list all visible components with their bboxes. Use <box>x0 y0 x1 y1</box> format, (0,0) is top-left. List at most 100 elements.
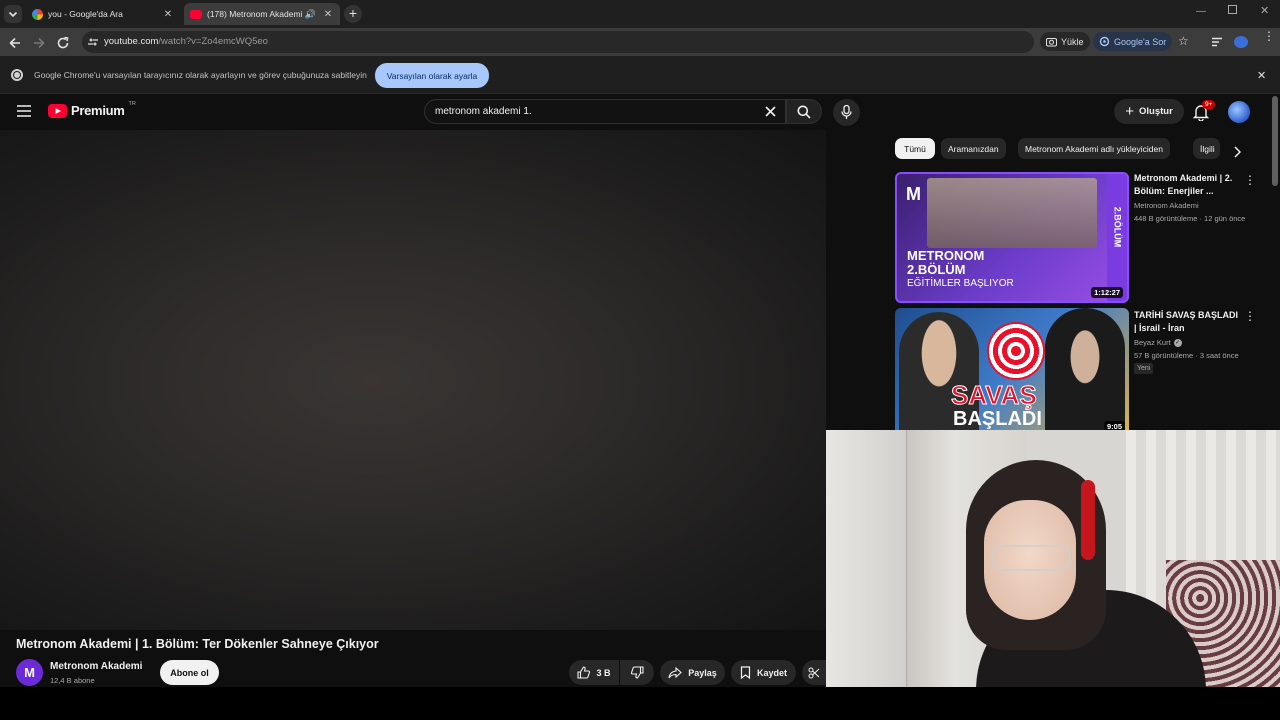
save-button[interactable]: Kaydet <box>731 660 796 685</box>
headset-icon <box>1081 480 1095 560</box>
channel-name[interactable]: Metronom Akademi <box>50 661 142 672</box>
recommendation-channel[interactable]: Beyaz Kurt ✓ <box>1134 338 1182 347</box>
video-duration: 1:12:27 <box>1091 287 1123 298</box>
recommendation-thumbnail[interactable]: M METRONOM 2.BÖLÜM EĞİTİMLER BAŞLIYOR 2.… <box>895 172 1129 303</box>
share-label: Paylaş <box>688 667 717 678</box>
more-options-icon[interactable]: ⋮ <box>1244 309 1256 323</box>
voice-search-button[interactable] <box>833 99 860 126</box>
page-scrollbar[interactable] <box>1272 96 1278 186</box>
dislike-button[interactable] <box>620 660 654 685</box>
thumbnail-logo-m: M <box>906 184 921 204</box>
chrome-menu-icon[interactable]: ⋮ <box>1263 30 1275 42</box>
youtube-logo[interactable]: Premium TR <box>48 100 136 118</box>
recommendation-title[interactable]: TARİHİ SAVAŞ BAŞLADI | İsrail - İran <box>1134 309 1238 335</box>
ask-google-label: Google'a Sor <box>1114 36 1167 47</box>
clear-search-icon[interactable] <box>765 106 776 117</box>
chevron-right-icon[interactable] <box>1233 146 1241 158</box>
browser-toolbar: youtube.com/watch?v=Zo4emcWQ5eo Yükle Go… <box>0 28 1280 56</box>
like-count: 3 B <box>596 667 611 678</box>
chevron-down-icon <box>8 11 18 18</box>
recommendation-channel[interactable]: Metronom Akademi <box>1134 201 1199 210</box>
thumbnail-person-right <box>1045 308 1125 430</box>
url-path: /watch?v=Zo4emcWQ5eo <box>158 36 268 47</box>
bookmark-star-icon[interactable]: ☆ <box>1178 34 1189 48</box>
share-button[interactable]: Paylaş <box>660 660 725 685</box>
set-default-button[interactable]: Varsayılan olarak ayarla <box>375 63 489 88</box>
notifications-button[interactable]: 9+ <box>1193 100 1216 121</box>
thumbnail-side-banner: 2.BÖLÜM <box>1107 174 1127 301</box>
reload-icon[interactable] <box>56 36 70 50</box>
ask-google-chip[interactable]: Google'a Sor <box>1093 32 1173 51</box>
close-icon[interactable]: ✕ <box>322 9 334 20</box>
upload-label: Yükle <box>1061 36 1084 47</box>
search-icon <box>797 105 811 119</box>
recommendation-title-line: Metronom Akademi | 2. <box>1134 173 1233 183</box>
profile-avatar[interactable] <box>1234 36 1248 48</box>
url-text: youtube.com/watch?v=Zo4emcWQ5eo <box>104 36 268 47</box>
tab-google-search[interactable]: you - Google'da Ara ✕ <box>26 3 180 25</box>
recommendation-thumbnail[interactable]: SAVAŞ BAŞLADI 9:05 <box>895 308 1129 430</box>
chip-all[interactable]: Tümü <box>895 138 935 159</box>
bottom-bar <box>0 687 1280 720</box>
tab-youtube[interactable]: (178) Metronom Akademi | 🔊 ✕ <box>184 3 340 25</box>
chip-from-uploader[interactable]: Metronom Akademi adlı yükleyiciden <box>1018 138 1170 159</box>
thumbnail-text-3: EĞİTİMLER BAŞLIYOR <box>907 278 1014 289</box>
glasses-icon <box>991 545 1071 571</box>
new-badge: Yeni <box>1134 363 1154 374</box>
google-lens-icon <box>1099 36 1110 47</box>
upload-chip[interactable]: Yükle <box>1040 32 1090 51</box>
thumbs-up-icon <box>577 666 591 679</box>
back-arrow-icon[interactable] <box>8 36 22 50</box>
chip-related[interactable]: İlgili <box>1193 138 1220 159</box>
thumbnail-side-text: 2.BÖLÜM <box>1112 206 1123 248</box>
google-icon <box>32 8 43 20</box>
search-button[interactable] <box>786 99 822 124</box>
youtube-icon <box>190 9 202 19</box>
recommendation-title-line: | İsrail - İran <box>1134 323 1185 333</box>
plus-icon: + <box>1125 103 1134 120</box>
search-value: metronom akademi 1. <box>435 106 532 117</box>
camera-icon <box>1046 37 1057 46</box>
site-info-icon[interactable] <box>88 37 98 47</box>
restore-button[interactable] <box>1228 5 1237 14</box>
thumbnail-text-1: METRONOM <box>907 248 985 263</box>
youtube-header: Premium TR metronom akademi 1. + Oluştur… <box>0 94 1280 130</box>
hamburger-menu-icon[interactable] <box>17 105 31 117</box>
recommendation-title[interactable]: Metronom Akademi | 2. Bölüm: Enerjiler .… <box>1134 172 1232 198</box>
tab-search-button[interactable] <box>4 5 22 23</box>
address-bar[interactable]: youtube.com/watch?v=Zo4emcWQ5eo <box>82 31 1034 53</box>
new-tab-button[interactable]: + <box>344 5 362 23</box>
browser-tab-strip: you - Google'da Ara ✕ (178) Metronom Aka… <box>0 0 1280 28</box>
clip-button[interactable] <box>802 660 826 685</box>
thumbnail-text-2: 2.BÖLÜM <box>907 262 966 277</box>
reading-list-icon[interactable] <box>1211 37 1223 47</box>
webcam-wall <box>826 430 906 687</box>
speaker-icon[interactable]: 🔊 <box>305 9 316 20</box>
subscriber-count: 12,4 B abone <box>50 676 95 685</box>
create-button[interactable]: + Oluştur <box>1114 99 1184 124</box>
window-close-button[interactable]: ✕ <box>1260 4 1269 17</box>
recommendation-title-line: TARİHİ SAVAŞ BAŞLADI <box>1134 310 1239 320</box>
thumbs-down-icon <box>630 666 644 679</box>
search-input[interactable]: metronom akademi 1. <box>424 99 786 124</box>
video-player[interactable] <box>0 130 826 630</box>
infobar-close-icon[interactable]: ✕ <box>1257 69 1266 82</box>
thumbnail-stage <box>927 178 1097 248</box>
recommendation-title-line: Bölüm: Enerjiler ... <box>1134 186 1214 196</box>
close-icon[interactable]: ✕ <box>162 9 174 20</box>
verified-check-icon: ✓ <box>1173 338 1182 347</box>
more-options-icon[interactable]: ⋮ <box>1244 173 1256 187</box>
account-avatar[interactable] <box>1228 101 1250 123</box>
chrome-logo-icon <box>11 69 23 81</box>
subscribe-button[interactable]: Abone ol <box>160 660 219 685</box>
forward-arrow-icon[interactable] <box>32 36 46 50</box>
video-duration: 9:05 <box>1103 421 1125 430</box>
chip-related-label: İlgili <box>1200 143 1215 154</box>
channel-avatar[interactable]: M <box>16 659 43 686</box>
minimize-button[interactable]: — <box>1196 6 1206 17</box>
chip-from-search[interactable]: Aramanızdan <box>941 138 1006 159</box>
like-button[interactable]: 3 B <box>569 660 619 685</box>
region-code: TR <box>128 100 136 107</box>
microphone-icon <box>841 105 852 119</box>
scissors-icon <box>808 667 820 678</box>
